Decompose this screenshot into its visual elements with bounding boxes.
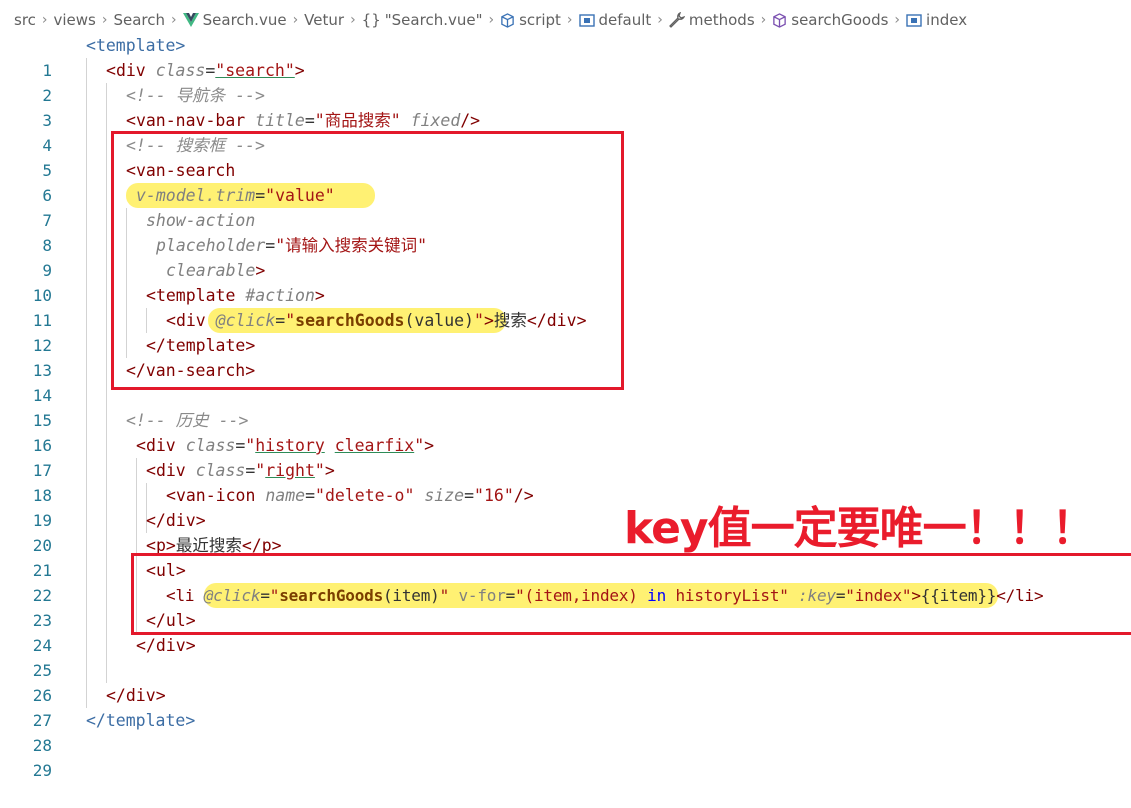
code-line-16: 16 <!-- 历史 --> xyxy=(32,411,249,455)
code-line-25: 25 </div> xyxy=(32,636,196,680)
annotation-note: key值一定要唯一！！！ xyxy=(624,503,1096,554)
code-line-18: 18 <div class="right"> xyxy=(32,461,335,505)
chevron-right-icon: › xyxy=(350,12,356,28)
breadcrumb-item-index[interactable]: index xyxy=(906,11,967,29)
code-line-3: 3 <!-- 导航条 --> xyxy=(42,86,265,130)
breadcrumb-item-vetur[interactable]: Vetur › xyxy=(304,11,362,29)
cube-icon xyxy=(772,12,787,28)
braces-icon: {} xyxy=(361,11,381,29)
breadcrumb-item-src[interactable]: src › xyxy=(14,11,54,29)
code-line-27: 27 </div> xyxy=(32,686,166,730)
code-line-17: 17 <div class="history clearfix"> xyxy=(32,436,435,480)
code-line-4: 4 <van-nav-bar title="商品搜索" fixed/> xyxy=(42,111,481,155)
breadcrumb-item-searchgoods[interactable]: searchGoods › xyxy=(772,11,906,29)
annotation-box-search xyxy=(111,131,624,390)
chevron-right-icon: › xyxy=(760,12,767,28)
breadcrumb-item-default[interactable]: default › xyxy=(578,11,669,29)
chevron-right-icon: › xyxy=(292,12,299,28)
breadcrumb-item-search-vue[interactable]: Search.vue › xyxy=(182,11,305,29)
chevron-right-icon: › xyxy=(171,12,177,28)
wrench-icon xyxy=(668,12,685,28)
breadcrumb-item-script[interactable]: script › xyxy=(500,11,578,29)
cube-icon xyxy=(500,12,515,28)
chevron-right-icon: › xyxy=(566,12,573,28)
chevron-right-icon: › xyxy=(657,12,663,28)
breadcrumb-item-views[interactable]: views › xyxy=(54,11,114,29)
code-line-29: 29 xyxy=(32,761,52,780)
variable-icon xyxy=(578,13,595,27)
breadcrumb-item-methods[interactable]: methods › xyxy=(668,11,772,29)
code-line-2: 2 <div class="search"> xyxy=(42,61,305,105)
variable-icon xyxy=(906,13,922,27)
code-line-1: 1 <template> xyxy=(42,36,186,80)
annotation-box-list xyxy=(131,553,1131,635)
code-line-28: 28 </template> xyxy=(32,711,196,755)
breadcrumb-item-search[interactable]: Search › xyxy=(113,11,182,29)
chevron-right-icon: › xyxy=(894,12,901,28)
code-line-26: 26 xyxy=(32,686,52,705)
chevron-right-icon: › xyxy=(101,12,108,28)
chevron-right-icon: › xyxy=(41,12,48,28)
vue-logo-icon xyxy=(182,13,199,27)
breadcrumb-item-file[interactable]: {} "Search.vue" › xyxy=(362,11,500,29)
chevron-right-icon: › xyxy=(488,12,495,28)
